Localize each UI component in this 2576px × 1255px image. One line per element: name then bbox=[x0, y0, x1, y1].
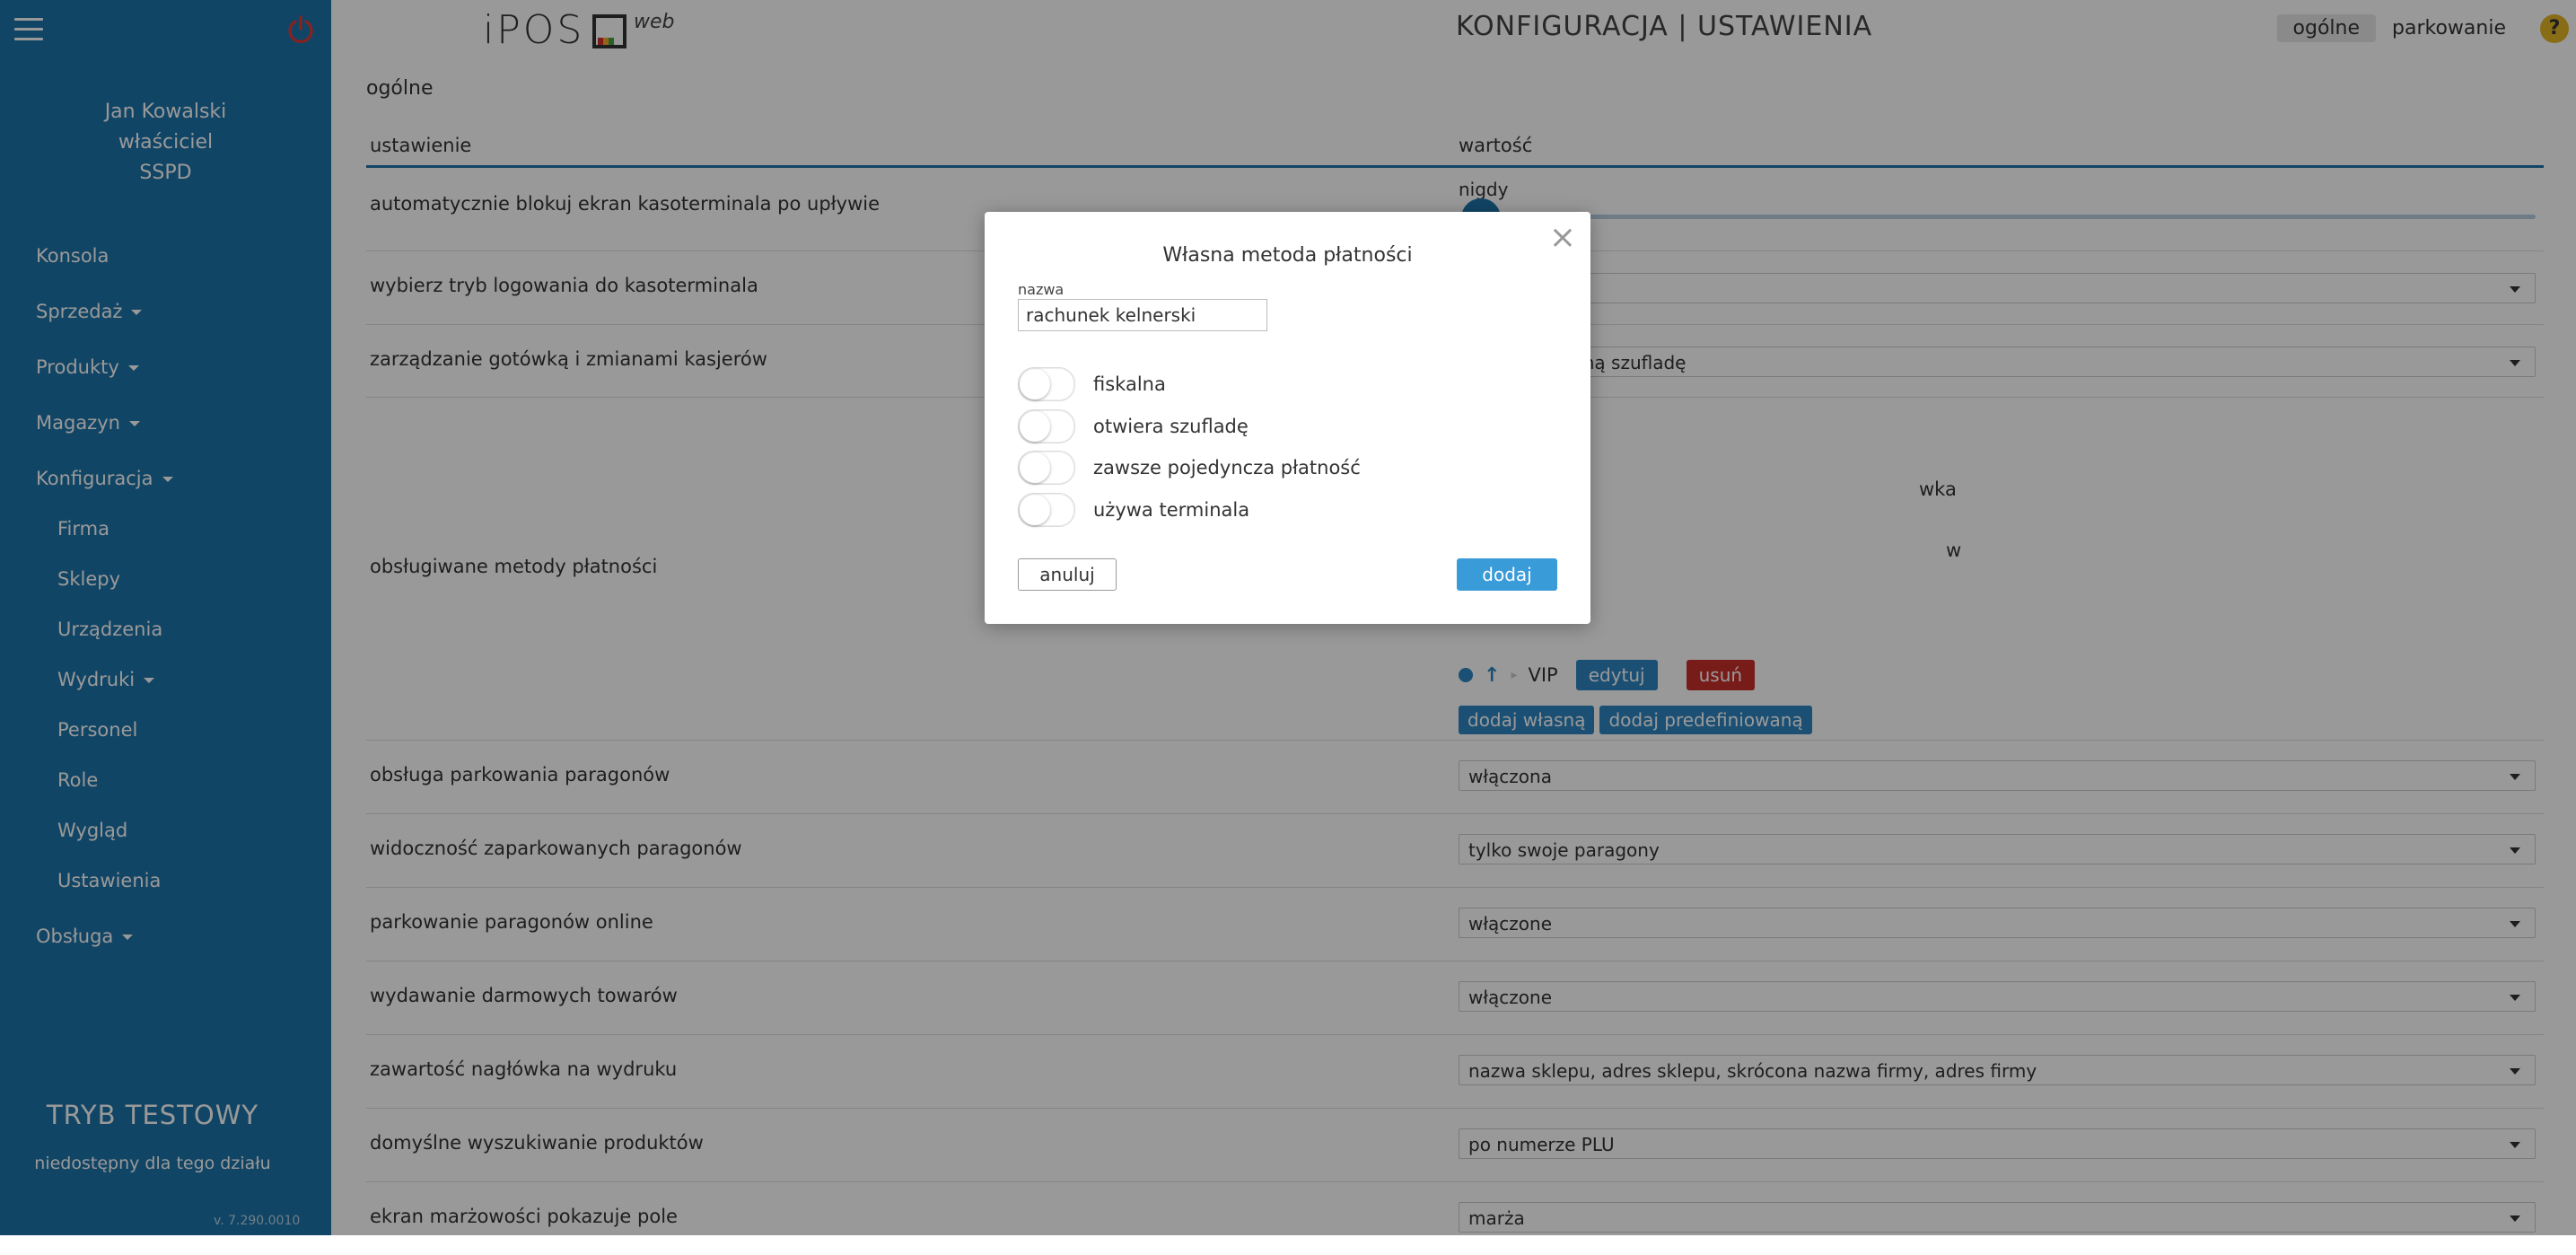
toggle-label: otwiera szufladę bbox=[1093, 416, 1249, 437]
add-button[interactable]: dodaj bbox=[1457, 558, 1557, 591]
toggle-knob bbox=[1020, 411, 1050, 442]
toggle-uses-terminal[interactable]: używa terminala bbox=[1018, 492, 1249, 528]
toggle-label: używa terminala bbox=[1093, 499, 1250, 521]
toggle-knob bbox=[1020, 452, 1050, 483]
payment-method-dialog: × Własna metoda płatności nazwa fiskalna… bbox=[985, 212, 1590, 624]
toggle-switch[interactable] bbox=[1018, 451, 1075, 485]
dialog-title: Własna metoda płatności bbox=[1162, 244, 1413, 267]
toggle-label: fiskalna bbox=[1093, 373, 1166, 395]
toggle-knob bbox=[1020, 495, 1050, 525]
toggle-switch[interactable] bbox=[1018, 367, 1075, 401]
toggle-switch[interactable] bbox=[1018, 409, 1075, 443]
toggle-single-payment[interactable]: zawsze pojedyncza płatność bbox=[1018, 450, 1361, 486]
name-input[interactable] bbox=[1018, 299, 1267, 331]
toggle-switch[interactable] bbox=[1018, 493, 1075, 527]
toggle-fiscal[interactable]: fiskalna bbox=[1018, 366, 1166, 402]
toggle-label: zawsze pojedyncza płatność bbox=[1093, 457, 1361, 478]
toggle-open-drawer[interactable]: otwiera szufladę bbox=[1018, 408, 1249, 444]
toggle-knob bbox=[1020, 369, 1050, 399]
name-label: nazwa bbox=[1018, 281, 1065, 298]
cancel-button[interactable]: anuluj bbox=[1018, 558, 1117, 591]
